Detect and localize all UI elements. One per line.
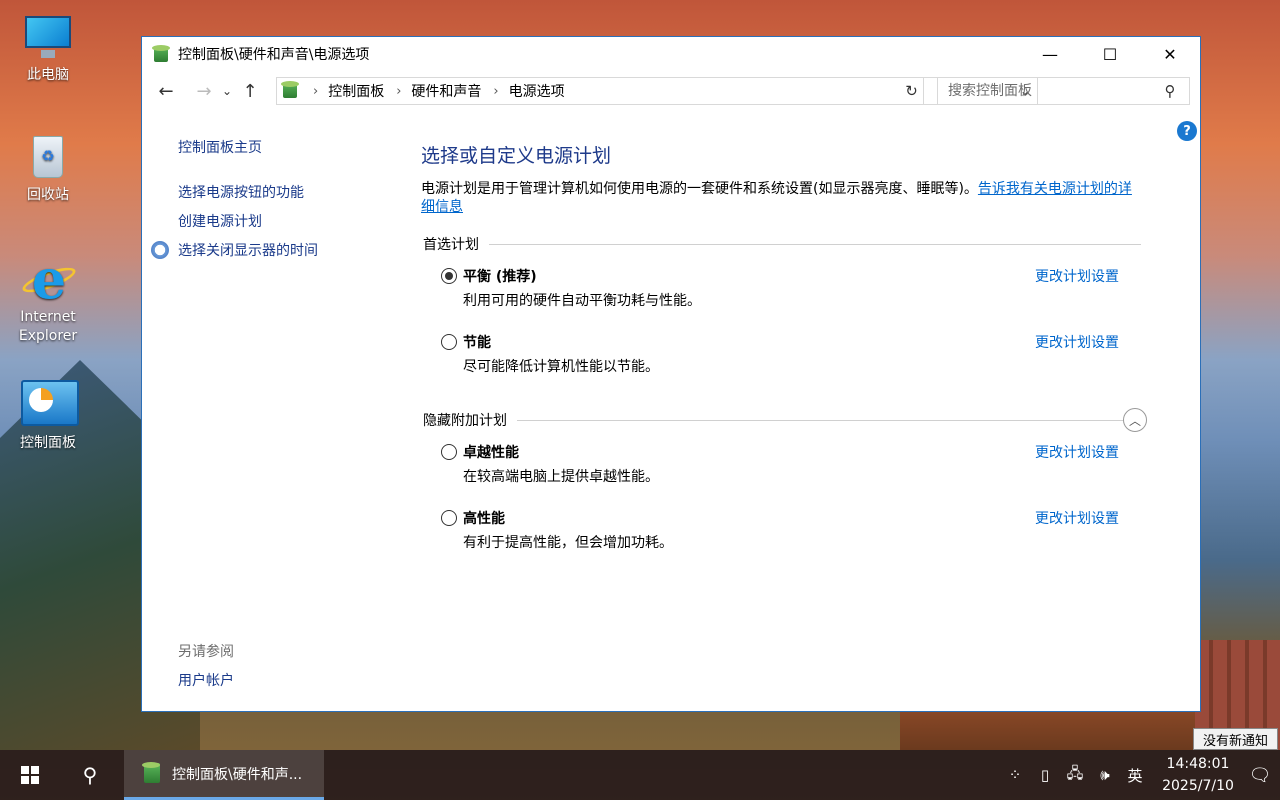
tray-apps-icon[interactable]: ⁘ [1000,766,1030,784]
notification-center-button[interactable]: 🗨 [1240,750,1280,800]
recycle-bin-icon: ♻ [21,132,75,182]
change-plan-settings-link[interactable]: 更改计划设置 [1035,266,1119,286]
volume-icon[interactable]: 🕪 [1090,766,1120,784]
sidebar-link-home[interactable]: 控制面板主页 [178,137,262,157]
main-content: 选择或自定义电源计划 电源计划是用于管理计算机如何使用电源的一套硬件和系统设置(… [421,121,1141,568]
breadcrumb-control-panel[interactable]: 控制面板 [328,81,384,101]
notification-tooltip: 没有新通知 [1193,728,1278,750]
taskbar-app-label: 控制面板\硬件和声... [172,764,302,784]
navigation-bar: ← → ⌄ ↑ › 控制面板 › 硬件和声音 › 电源选项 ⌄ ↻ ⚲ [142,71,1200,111]
refresh-icon: ↻ [905,82,918,100]
preferred-plans-header: 首选计划 [421,234,1141,254]
description-text: 电源计划是用于管理计算机如何使用电源的一套硬件和系统设置(如显示器亮度、睡眠等)… [421,181,978,197]
search-icon[interactable]: ⚲ [1158,82,1182,100]
window-title: 控制面板\硬件和声音\电源选项 [178,44,369,64]
start-button[interactable] [0,750,60,800]
desktop-icon-this-pc[interactable]: 此电脑 [8,12,88,85]
plan-balanced: 平衡 (推荐) 利用可用的硬件自动平衡功耗与性能。 更改计划设置 [421,260,1141,326]
search-input[interactable] [938,79,1158,103]
desktop-icon-label: Internet Explorer [8,308,88,346]
minimize-button[interactable]: — [1020,37,1080,71]
breadcrumb-hardware-sound[interactable]: 硬件和声音 [411,81,481,101]
plan-radio-high-performance[interactable] [441,510,457,526]
plan-description: 有利于提高性能，但会增加功耗。 [463,532,673,552]
breadcrumb-separator: › [396,84,401,99]
taskbar-clock[interactable]: 14:48:01 2025/7/10 [1156,753,1240,797]
taskbar-search-button[interactable]: ⚲ [64,750,116,800]
breadcrumb-separator: › [313,84,318,99]
sidebar-link-user-accounts[interactable]: 用户帐户 [178,670,234,690]
forward-button[interactable]: → [190,77,218,105]
divider [489,244,1141,245]
search-box[interactable]: ⚲ [937,77,1190,105]
hidden-plans-header: 隐藏附加计划 ︿ [421,410,1141,430]
change-plan-settings-link[interactable]: 更改计划设置 [1035,332,1119,352]
breadcrumb-separator: › [493,84,498,99]
power-options-icon [152,45,170,63]
desktop-icon-recycle-bin[interactable]: ♻ 回收站 [8,132,88,205]
plan-name[interactable]: 节能 [463,332,491,352]
desktop-icon-label: 控制面板 [8,434,88,453]
desktop-icon-label: 回收站 [8,186,88,205]
plan-name[interactable]: 高性能 [463,508,505,528]
close-button[interactable]: ✕ [1140,37,1200,71]
internet-explorer-icon: e [21,254,75,304]
notification-icon: 🗨 [1249,765,1272,786]
maximize-button[interactable]: ☐ [1080,37,1140,71]
control-panel-icon [281,81,301,101]
plan-name[interactable]: 卓越性能 [463,442,519,462]
control-panel-icon [21,380,75,430]
up-button[interactable]: ↑ [236,77,264,105]
refresh-button[interactable]: ↻ [900,77,924,105]
input-method-indicator[interactable]: 英 [1120,765,1150,786]
hidden-plans-title: 隐藏附加计划 [421,410,517,430]
page-title: 选择或自定义电源计划 [421,141,1141,168]
clock-date: 2025/7/10 [1156,775,1240,797]
change-plan-settings-link[interactable]: 更改计划设置 [1035,508,1119,528]
breadcrumb-power-options[interactable]: 电源选项 [509,81,565,101]
plan-description: 尽可能降低计算机性能以节能。 [463,356,659,376]
left-pane: 控制面板主页 选择电源按钮的功能 创建电源计划 选择关闭显示器的时间 另请参阅 … [142,121,402,711]
back-button[interactable]: ← [152,77,180,105]
windows-logo-icon [21,766,39,784]
plan-power-saver: 节能 尽可能降低计算机性能以节能。 更改计划设置 [421,326,1141,392]
title-bar[interactable]: 控制面板\硬件和声音\电源选项 — ☐ ✕ [142,37,1200,71]
plan-name[interactable]: 平衡 (推荐) [463,266,537,286]
recent-locations-button[interactable]: ⌄ [218,77,236,105]
change-plan-settings-link[interactable]: 更改计划设置 [1035,442,1119,462]
clock-icon [151,241,169,259]
sidebar-link-power-buttons[interactable]: 选择电源按钮的功能 [178,182,304,202]
divider [517,420,1141,421]
computer-icon [21,12,75,62]
plan-radio-power-saver[interactable] [441,334,457,350]
sidebar-link-display-off[interactable]: 选择关闭显示器的时间 [178,240,318,260]
taskbar: ⚲ 控制面板\硬件和声... ⁘ ▯ 🖧 🕪 英 14:48:01 2025/7… [0,750,1280,800]
desktop-icon-label: 此电脑 [8,66,88,85]
help-icon[interactable]: ? [1177,121,1197,141]
usb-icon[interactable]: ▯ [1030,766,1060,784]
plan-high-performance: 高性能 有利于提高性能，但会增加功耗。 更改计划设置 [421,502,1141,568]
plan-ultimate-performance: 卓越性能 在较高端电脑上提供卓越性能。 更改计划设置 [421,436,1141,502]
desktop-icon-internet-explorer[interactable]: e Internet Explorer [8,254,88,346]
sidebar-link-create-plan[interactable]: 创建电源计划 [178,211,262,231]
see-also-title: 另请参阅 [178,641,234,661]
page-description: 电源计划是用于管理计算机如何使用电源的一套硬件和系统设置(如显示器亮度、睡眠等)… [421,180,1141,216]
chevron-up-icon[interactable]: ︿ [1123,408,1147,432]
power-options-window: 控制面板\硬件和声音\电源选项 — ☐ ✕ ← → ⌄ ↑ › 控制面板 › 硬… [141,36,1201,712]
taskbar-app-control-panel[interactable]: 控制面板\硬件和声... [124,750,324,800]
preferred-plans-title: 首选计划 [421,234,489,254]
network-icon[interactable]: 🖧 [1060,763,1090,788]
plan-radio-balanced[interactable] [441,268,457,284]
plan-description: 在较高端电脑上提供卓越性能。 [463,466,659,486]
desktop-icon-control-panel[interactable]: 控制面板 [8,380,88,453]
power-options-icon [142,762,162,786]
plan-description: 利用可用的硬件自动平衡功耗与性能。 [463,290,701,310]
search-icon: ⚲ [83,763,98,787]
plan-radio-ultimate[interactable] [441,444,457,460]
clock-time: 14:48:01 [1156,753,1240,775]
system-tray: ⁘ ▯ 🖧 🕪 英 14:48:01 2025/7/10 🗨 [1000,750,1280,800]
